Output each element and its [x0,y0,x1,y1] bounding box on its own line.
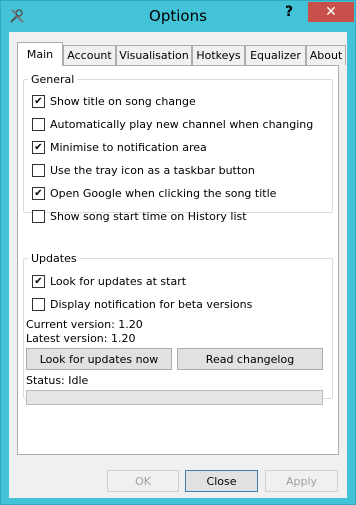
option-label: Automatically play new channel when chan… [50,118,314,131]
option-label: Minimise to notification area [50,141,207,154]
option-label: Display notification for beta versions [50,298,253,311]
option-show-start-time[interactable]: Show song start time on History list [32,210,247,223]
dialog-client-area: Main Account Visualisation Hotkeys Equal… [9,32,347,498]
tab-hotkeys[interactable]: Hotkeys [192,45,245,65]
general-legend: General [31,73,75,86]
updates-group: Updates Look for updates at start Displa… [23,252,333,405]
options-window: Options ? ✕ Main Account Visualisation H… [0,0,356,505]
latest-version: Latest version: 1.20 [26,332,136,345]
option-auto-play[interactable]: Automatically play new channel when chan… [32,118,313,131]
help-button[interactable]: ? [276,2,302,22]
checkbox[interactable] [32,187,45,200]
ok-button[interactable]: OK [107,470,179,492]
option-updates-at-start[interactable]: Look for updates at start [32,275,186,288]
option-label: Open Google when clicking the song title [50,187,277,200]
checkbox[interactable] [32,210,45,223]
general-group: General Show title on song change Automa… [23,73,333,223]
checkbox[interactable] [32,164,45,177]
tab-strip: Main Account Visualisation Hotkeys Equal… [17,42,346,66]
title-bar[interactable]: Options ? ✕ [1,1,355,31]
close-button[interactable]: Close [185,470,258,492]
option-show-title[interactable]: Show title on song change [32,95,196,108]
tab-account[interactable]: Account [63,45,116,65]
main-tab-panel: General Show title on song change Automa… [17,65,339,455]
option-tray-taskbar[interactable]: Use the tray icon as a taskbar button [32,164,255,177]
update-progress-bar [26,390,323,405]
option-open-google[interactable]: Open Google when clicking the song title [32,187,276,200]
check-updates-button[interactable]: Look for updates now [26,348,172,370]
update-status: Status: Idle [26,374,89,387]
tab-about[interactable]: About [306,45,346,65]
tab-equalizer[interactable]: Equalizer [245,45,306,65]
option-label: Show title on song change [50,95,196,108]
checkbox[interactable] [32,118,45,131]
checkbox[interactable] [32,141,45,154]
checkbox[interactable] [32,95,45,108]
checkbox[interactable] [32,298,45,311]
checkbox[interactable] [32,275,45,288]
tab-main[interactable]: Main [17,42,63,66]
option-label: Use the tray icon as a taskbar button [50,164,255,177]
option-label: Show song start time on History list [50,210,247,223]
apply-button[interactable]: Apply [265,470,338,492]
updates-legend: Updates [31,252,77,265]
option-label: Look for updates at start [50,275,187,288]
read-changelog-button[interactable]: Read changelog [177,348,323,370]
tab-visualisation[interactable]: Visualisation [116,45,192,65]
current-version: Current version: 1.20 [26,318,143,331]
window-close-button[interactable]: ✕ [308,2,354,22]
option-minimise-tray[interactable]: Minimise to notification area [32,141,207,154]
option-beta-notifications[interactable]: Display notification for beta versions [32,298,252,311]
